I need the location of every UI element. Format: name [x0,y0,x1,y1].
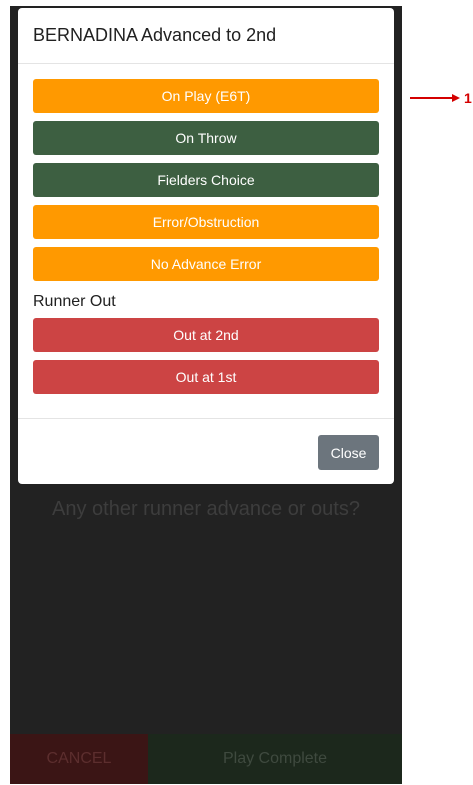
callout-number: 1 [464,90,472,106]
runner-question: Any other runner advance or outs? [52,498,360,520]
error-obstruction-button[interactable]: Error/Obstruction [33,205,379,239]
callout-annotation: 1 [410,90,472,106]
arrow-right-icon [452,94,460,102]
play-complete-button[interactable]: Play Complete [148,734,402,784]
out-at-2nd-button[interactable]: Out at 2nd [33,318,379,352]
modal-body: On Play (E6T) On Throw Fielders Choice E… [18,64,394,394]
modal-footer: Close [18,418,394,485]
on-play-button[interactable]: On Play (E6T) [33,79,379,113]
close-button[interactable]: Close [318,435,379,470]
bottom-action-bar: CANCEL Play Complete [10,734,402,784]
no-advance-error-button[interactable]: No Advance Error [33,247,379,281]
on-throw-button[interactable]: On Throw [33,121,379,155]
out-at-1st-button[interactable]: Out at 1st [33,360,379,394]
fielders-choice-button[interactable]: Fielders Choice [33,163,379,197]
advance-modal: BERNADINA Advanced to 2nd On Play (E6T) … [18,8,394,484]
runner-out-heading: Runner Out [33,293,116,310]
cancel-button[interactable]: CANCEL [10,734,148,784]
modal-title: BERNADINA Advanced to 2nd [18,8,394,64]
callout-arrow-line [410,97,452,99]
